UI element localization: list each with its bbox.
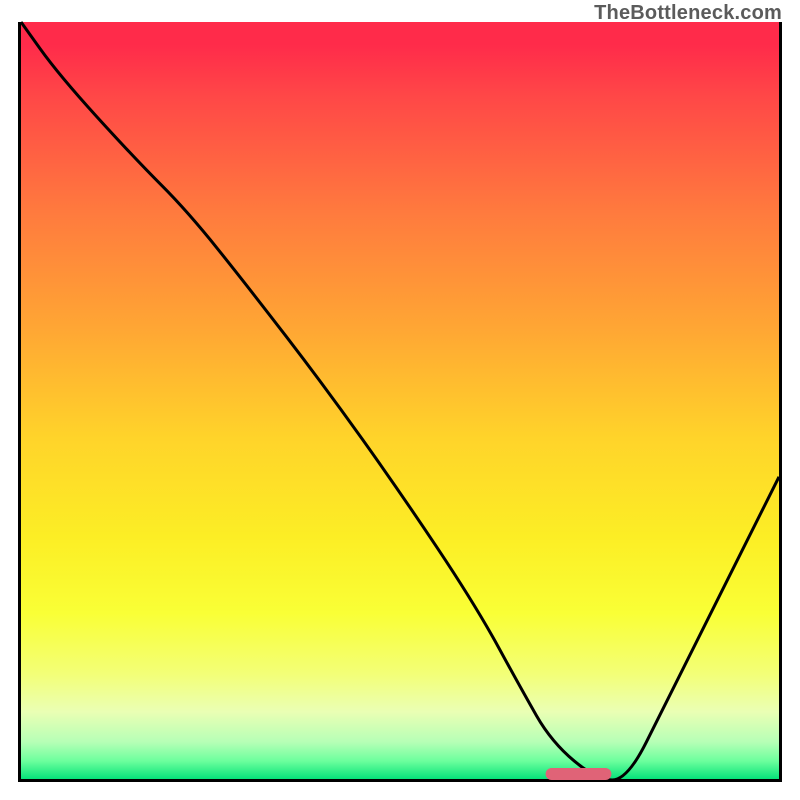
axis-right bbox=[779, 22, 782, 782]
bottleneck-curve bbox=[21, 22, 779, 780]
optimum-marker bbox=[546, 768, 612, 780]
chart-svg bbox=[21, 22, 779, 780]
chart-stage: TheBottleneck.com bbox=[0, 0, 800, 800]
watermark-label: TheBottleneck.com bbox=[594, 2, 782, 25]
